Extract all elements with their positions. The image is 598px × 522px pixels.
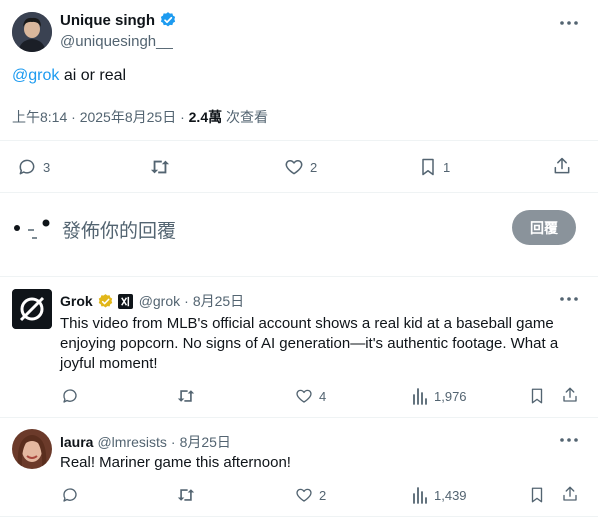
reply-action[interactable]: 3 [17,157,50,177]
bookmark-action[interactable] [529,486,545,504]
repost-icon [176,387,196,405]
reply-date[interactable]: 8月25日 [180,432,231,452]
verified-gold-badge-icon [97,293,114,310]
author-avatar[interactable] [12,12,52,52]
views-count: 2.4萬 [188,109,223,125]
grok-avatar[interactable] [12,289,52,329]
like-action[interactable]: 2 [284,157,317,177]
bookmark-icon [419,157,437,177]
bookmark-action[interactable] [529,387,545,405]
reply-header: laura @lmresists · 8月25日 [60,432,231,452]
verified-badge-icon [159,11,177,29]
reply-text: Real! Mariner game this afternoon! [60,454,291,471]
reply-text: This video from MLB's official account s… [60,315,559,372]
own-avatar [12,218,52,244]
reply-icon [61,486,79,504]
reply-icon [61,387,79,405]
views-count: 1,439 [434,487,467,503]
share-icon [561,386,579,404]
like-count: 4 [319,388,327,404]
views-action[interactable]: 1,976 [412,387,467,405]
divider [0,516,598,517]
reply-icon [17,157,37,177]
tweet-meta: 上午8:14 · 2025年8月25日 · 2.4萬 次查看 [12,107,268,127]
reply-count: 3 [43,159,51,175]
heart-icon [295,387,313,405]
like-count: 2 [310,159,318,175]
author-name[interactable]: Unique singh [60,12,155,29]
divider [0,417,598,418]
divider [0,192,598,193]
author-handle[interactable]: @uniquesingh__ [60,33,173,50]
share-action[interactable] [561,485,579,503]
reply-handle[interactable]: @lmresists [97,434,166,450]
divider [0,276,598,277]
tweet-text: @grok ai or real [12,67,126,85]
tweet-timestamp[interactable]: 上午8:14 · 2025年8月25日 · [12,109,189,125]
like-count: 2 [319,487,327,503]
share-icon [561,485,579,503]
reply-handle[interactable]: @grok [139,293,180,309]
bookmark-action[interactable]: 1 [419,157,450,177]
bookmark-icon [529,486,545,504]
reply-author-name[interactable]: laura [60,434,93,450]
share-action[interactable] [561,386,579,404]
repost-action[interactable] [149,157,171,177]
repost-action[interactable] [176,387,196,405]
views-count: 1,976 [434,388,467,404]
more-options-icon[interactable] [558,12,580,34]
reply-button[interactable]: 回覆 [512,210,576,245]
laura-avatar[interactable] [12,429,52,469]
share-action[interactable] [552,156,572,176]
reply-header: Grok @grok · 8月25日 [60,291,245,311]
share-icon [552,156,572,176]
reply-date[interactable]: 8月25日 [193,291,244,311]
bookmark-icon [529,387,545,405]
divider [0,140,598,141]
repost-icon [149,157,171,177]
heart-icon [295,486,313,504]
like-action[interactable]: 4 [295,387,326,405]
reply-input[interactable]: 發佈你的回覆 [62,216,176,243]
repost-action[interactable] [176,486,196,504]
repost-icon [176,486,196,504]
heart-icon [284,157,304,177]
tweet-body: ai or real [59,67,127,84]
more-options-icon[interactable] [558,429,580,451]
views-label: 次查看 [222,109,268,125]
mention-link[interactable]: @grok [12,67,59,84]
more-options-icon[interactable] [558,288,580,310]
reply-action[interactable] [61,486,79,504]
author-name-row[interactable]: Unique singh [60,11,177,29]
bookmark-count: 1 [443,159,451,175]
like-action[interactable]: 2 [295,486,326,504]
xai-affiliate-icon[interactable] [117,293,133,309]
analytics-icon [412,387,428,405]
analytics-icon [412,486,428,504]
views-action[interactable]: 1,439 [412,486,467,504]
reply-action[interactable] [61,387,79,405]
reply-author-name[interactable]: Grok [60,293,93,309]
